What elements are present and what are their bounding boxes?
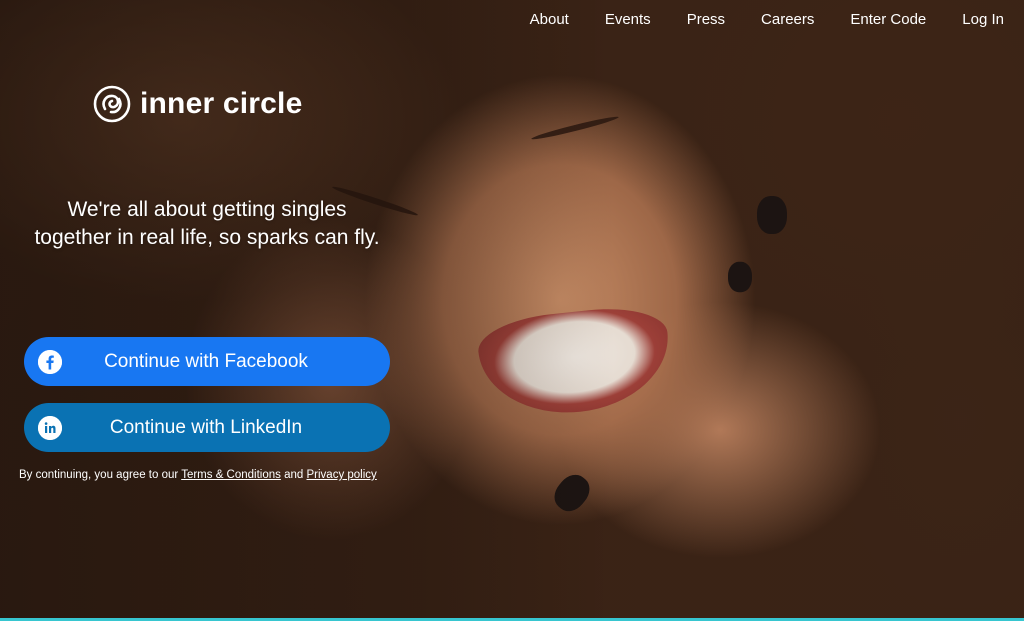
nav-careers-link[interactable]: Careers	[743, 10, 832, 30]
nav-about-link[interactable]: About	[512, 10, 587, 30]
nav-log-in-link[interactable]: Log In	[944, 10, 1004, 30]
linkedin-button-label: Continue with LinkedIn	[109, 416, 303, 438]
facebook-icon	[38, 349, 62, 374]
landing-page: About Events Press Careers Enter Code Lo…	[0, 0, 1024, 621]
tagline-line-1: We're all about getting singles	[67, 198, 347, 221]
hero-tagline: We're all about getting singles together…	[0, 196, 414, 252]
facebook-button-label: Continue with Facebook	[104, 350, 308, 372]
continue-with-linkedin-button[interactable]: Continue with LinkedIn	[24, 403, 390, 452]
linkedin-icon	[38, 415, 62, 440]
nav-press-link[interactable]: Press	[669, 10, 743, 30]
brand-logo[interactable]: inner circle	[92, 84, 302, 124]
privacy-policy-link[interactable]: Privacy policy	[307, 469, 377, 481]
legal-conjunction: and	[284, 469, 304, 481]
legal-notice: By continuing, you agree to our Terms & …	[19, 467, 377, 483]
nav-enter-code-link[interactable]: Enter Code	[832, 10, 944, 30]
terms-and-conditions-link[interactable]: Terms & Conditions	[181, 469, 281, 481]
brand-name: inner circle	[140, 87, 303, 120]
continue-with-facebook-button[interactable]: Continue with Facebook	[24, 337, 390, 386]
tagline-line-2: together in real life, so sparks can fly…	[34, 226, 380, 249]
inner-circle-logo-icon	[93, 85, 131, 123]
legal-prefix: By continuing, you agree to our	[19, 469, 179, 481]
nav-events-link[interactable]: Events	[587, 10, 669, 30]
top-navigation: About Events Press Careers Enter Code Lo…	[512, 10, 1004, 30]
